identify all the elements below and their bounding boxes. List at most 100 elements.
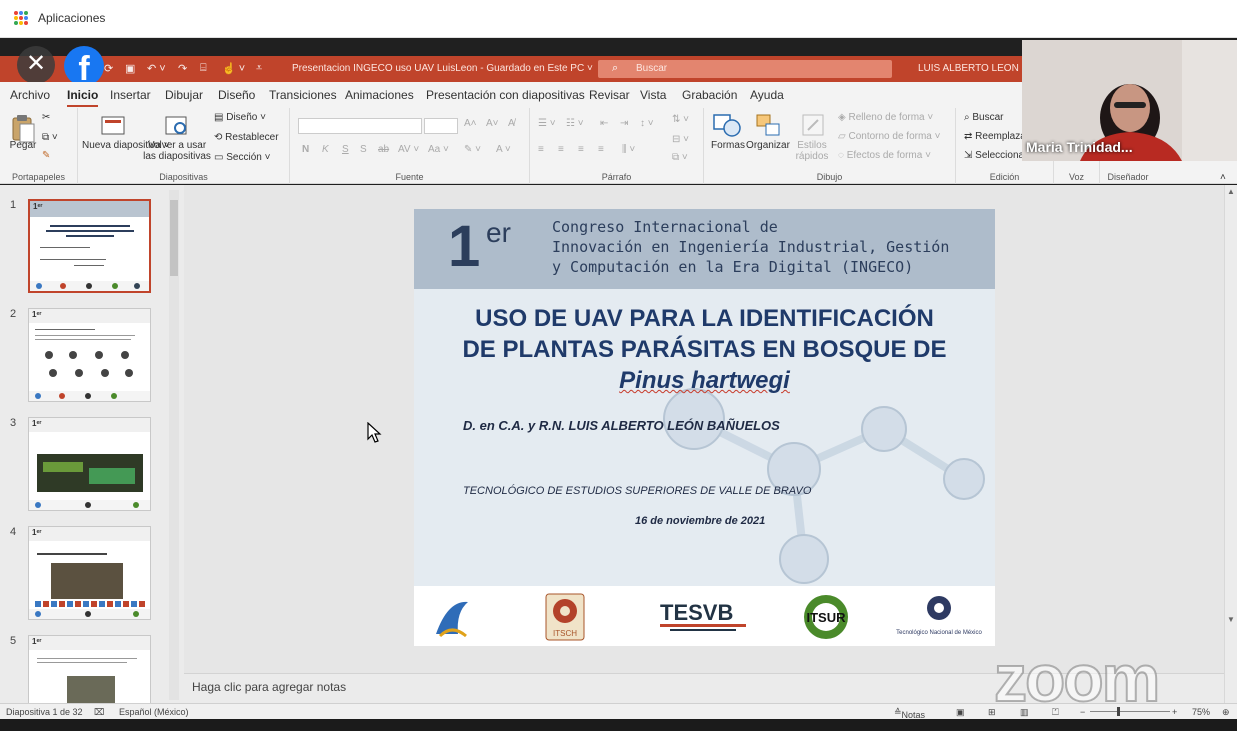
shape-effects-button[interactable]: ◌ Efectos de forma ˅ bbox=[838, 150, 931, 161]
facebook-icon[interactable]: f bbox=[64, 46, 104, 86]
change-case-icon[interactable]: Aa ˅ bbox=[428, 144, 449, 155]
font-family-select[interactable] bbox=[298, 118, 422, 134]
notes-toggle[interactable]: ≙ Notas bbox=[894, 707, 925, 720]
save-icon[interactable]: ▣ bbox=[125, 62, 135, 75]
select-button[interactable]: ⇲ Seleccionar bbox=[964, 150, 1027, 161]
align-center-icon[interactable]: ≡ bbox=[558, 144, 564, 155]
slide-logo-strip: ITSCH TESVB ITSUR Tecnológico Nacional d… bbox=[414, 586, 995, 646]
normal-view-icon[interactable]: ▣ bbox=[956, 707, 965, 718]
shape-fill-button[interactable]: ◈ Relleno de forma ˅ bbox=[838, 112, 933, 123]
shapes-icon[interactable] bbox=[712, 112, 742, 140]
slide-thumbnail-3[interactable]: 1ᵉʳ bbox=[28, 417, 151, 511]
collapse-ribbon-icon[interactable]: ˄ bbox=[1220, 172, 1226, 183]
quick-styles-icon[interactable] bbox=[800, 112, 828, 140]
new-slide-button[interactable]: Nueva diapositiva ˅ bbox=[82, 140, 170, 151]
strikethrough-button[interactable]: ab bbox=[378, 144, 389, 155]
tab-vista[interactable]: Vista bbox=[640, 88, 666, 102]
text-direction-icon[interactable]: ⇅ ˅ bbox=[672, 114, 689, 125]
align-right-icon[interactable]: ≡ bbox=[578, 144, 584, 155]
slide-thumbnail-4[interactable]: 1ᵉʳ bbox=[28, 526, 151, 620]
notes-placeholder[interactable]: Haga clic para agregar notas bbox=[192, 680, 346, 694]
thumbnail-scrollbar[interactable] bbox=[169, 190, 179, 700]
layout-button[interactable]: ▤ Diseño ˅ bbox=[214, 112, 266, 123]
italic-button[interactable]: K bbox=[322, 144, 329, 155]
increase-indent-icon[interactable]: ⇥ bbox=[620, 118, 628, 129]
reuse-slides-icon[interactable] bbox=[164, 114, 190, 138]
fit-slide-icon[interactable]: ⊕ bbox=[1222, 707, 1230, 718]
tab-animaciones[interactable]: Animaciones bbox=[345, 88, 414, 102]
bullets-icon[interactable]: ☰ ˅ bbox=[538, 118, 556, 129]
tab-presentacion[interactable]: Presentación con diapositivas bbox=[426, 88, 585, 102]
document-title[interactable]: Presentacion INGECO uso UAV LuisLeon - G… bbox=[292, 63, 593, 74]
tab-ayuda[interactable]: Ayuda bbox=[750, 88, 784, 102]
thumbnail-number: 2 bbox=[10, 308, 17, 320]
quick-styles-button[interactable]: Estilos rápidos bbox=[792, 140, 832, 162]
shrink-font-icon[interactable]: A˅ bbox=[486, 118, 499, 129]
tab-inicio[interactable]: Inicio bbox=[67, 88, 99, 107]
find-button[interactable]: ⌕ Buscar bbox=[964, 112, 1004, 123]
zoom-in-icon[interactable]: + bbox=[1172, 707, 1177, 717]
language-indicator[interactable]: Español (México) bbox=[119, 707, 189, 717]
new-slide-icon[interactable] bbox=[100, 114, 126, 138]
bold-button[interactable]: N bbox=[302, 144, 309, 155]
tab-dibujar[interactable]: Dibujar bbox=[165, 88, 203, 102]
tab-transiciones[interactable]: Transiciones bbox=[269, 88, 337, 102]
redo-icon[interactable]: ↷ bbox=[178, 62, 187, 75]
columns-icon[interactable]: ⫼ ˅ bbox=[622, 144, 635, 155]
tab-grabacion[interactable]: Grabación bbox=[682, 88, 737, 102]
slide-thumbnail-5[interactable]: 1ᵉʳ bbox=[28, 635, 151, 703]
underline-button[interactable]: S bbox=[342, 144, 349, 155]
slide-title-species: Pinus hartwegi bbox=[619, 367, 790, 394]
slide-editor: 1 er Congreso Internacional de Innovació… bbox=[184, 185, 1224, 673]
format-painter-icon[interactable]: ✎ bbox=[42, 150, 50, 161]
paste-button[interactable]: Pegar bbox=[8, 140, 38, 151]
search-input[interactable]: ⌕ Buscar bbox=[598, 60, 892, 78]
char-spacing-icon[interactable]: AV ˅ bbox=[398, 144, 419, 155]
scroll-down-icon[interactable]: ▼ bbox=[1227, 615, 1235, 624]
replace-button[interactable]: ⇄ Reemplazar bbox=[964, 131, 1029, 142]
shadow-button[interactable]: S bbox=[360, 144, 367, 155]
participant-video-tile[interactable]: Maria Trinidad... bbox=[1022, 40, 1237, 161]
edition-suffix: er bbox=[486, 217, 511, 248]
justify-icon[interactable]: ≡ bbox=[598, 144, 604, 155]
accessibility-icon[interactable]: ⌧ bbox=[94, 707, 104, 718]
align-text-icon[interactable]: ⊟ ˅ bbox=[672, 134, 689, 145]
smartart-icon[interactable]: ⧉ ˅ bbox=[672, 152, 688, 163]
shapes-button[interactable]: Formas bbox=[708, 140, 748, 151]
tab-archivo[interactable]: Archivo bbox=[10, 88, 50, 102]
tab-diseno[interactable]: Diseño bbox=[218, 88, 255, 102]
zoom-level[interactable]: 75% bbox=[1192, 707, 1210, 717]
close-icon[interactable]: ✕ bbox=[17, 46, 55, 84]
numbering-icon[interactable]: ☷ ˅ bbox=[566, 118, 584, 129]
tab-revisar[interactable]: Revisar bbox=[589, 88, 630, 102]
grow-font-icon[interactable]: A˄ bbox=[464, 118, 477, 129]
undo-icon[interactable]: ↶ ˅ bbox=[147, 62, 166, 75]
font-color-icon[interactable]: A ˅ bbox=[496, 144, 511, 155]
refresh-icon[interactable]: ⟳ bbox=[104, 62, 113, 75]
shape-outline-button[interactable]: ▱ Contorno de forma ˅ bbox=[838, 131, 940, 142]
scroll-up-icon[interactable]: ▲ bbox=[1227, 187, 1235, 196]
arrange-button[interactable]: Organizar bbox=[746, 140, 790, 151]
apps-link[interactable]: Aplicaciones bbox=[38, 11, 105, 25]
line-spacing-icon[interactable]: ↕ ˅ bbox=[640, 118, 654, 129]
arrange-icon[interactable] bbox=[754, 112, 784, 140]
slide-thumbnail-2[interactable]: 1ᵉʳ bbox=[28, 308, 151, 402]
slide-thumbnail-1[interactable]: 1ᵉʳ bbox=[28, 199, 151, 293]
cut-icon[interactable]: ✂ bbox=[42, 112, 50, 123]
current-slide[interactable]: 1 er Congreso Internacional de Innovació… bbox=[414, 209, 995, 646]
reset-button[interactable]: ⟲ Restablecer bbox=[214, 132, 279, 143]
clear-format-icon[interactable]: A̸ bbox=[508, 118, 515, 129]
tab-insertar[interactable]: Insertar bbox=[110, 88, 151, 102]
section-button[interactable]: ▭ Sección ˅ bbox=[214, 152, 270, 163]
highlight-icon[interactable]: ✎ ˅ bbox=[464, 144, 481, 155]
font-size-select[interactable] bbox=[424, 118, 458, 134]
touch-mode-icon[interactable]: ☝ ˅ bbox=[222, 62, 245, 75]
customize-qat-icon[interactable]: ⩡ bbox=[256, 62, 262, 75]
align-left-icon[interactable]: ≡ bbox=[538, 144, 544, 155]
apps-grid-icon[interactable] bbox=[14, 11, 28, 25]
decrease-indent-icon[interactable]: ⇤ bbox=[600, 118, 608, 129]
copy-icon[interactable]: ⧉ ˅ bbox=[42, 132, 58, 143]
reuse-slides-button[interactable]: Volver a usar las diapositivas bbox=[142, 140, 212, 162]
slide-scrollbar[interactable]: ▲ ▼ bbox=[1224, 185, 1237, 703]
present-icon[interactable]: ⌸ bbox=[200, 62, 207, 75]
